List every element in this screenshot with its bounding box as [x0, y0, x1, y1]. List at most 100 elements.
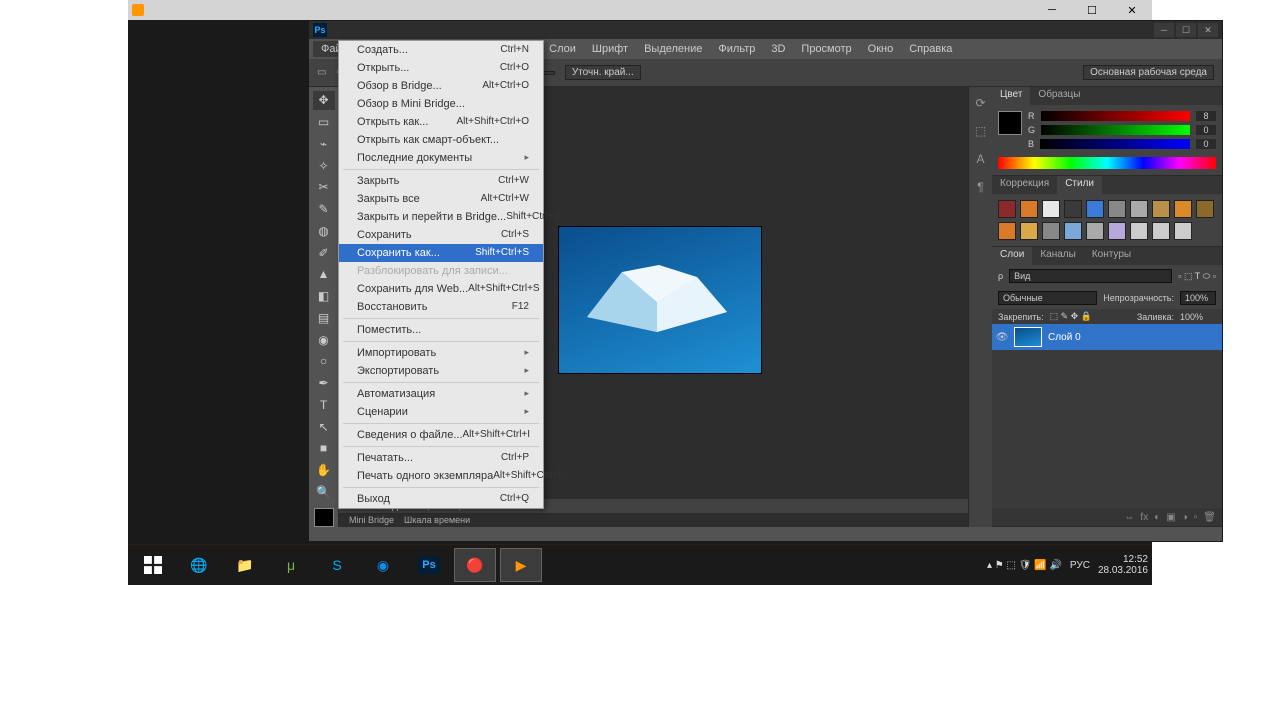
properties-icon[interactable]: ⬚	[973, 123, 989, 139]
mask-icon[interactable]: ◐	[1154, 512, 1160, 523]
marquee-tool[interactable]: ▭	[313, 113, 335, 132]
tab-adjustments[interactable]: Коррекция	[992, 176, 1057, 194]
tab-timeline[interactable]: Шкала времени	[404, 515, 470, 525]
menu-просмотр[interactable]: Просмотр	[793, 41, 859, 57]
tray-clock[interactable]: 12:52 28.03.2016	[1098, 554, 1148, 576]
hand-tool[interactable]: ✋	[313, 461, 335, 480]
healing-tool[interactable]: ◍	[313, 222, 335, 241]
visibility-icon[interactable]: 👁	[996, 331, 1008, 343]
eraser-tool[interactable]: ◧	[313, 287, 335, 306]
color-preview[interactable]	[998, 111, 1022, 135]
menu-item[interactable]: Печать одного экземпляраAlt+Shift+Ctrl+P	[339, 467, 543, 485]
lock-icons[interactable]: ⬚ ✎ ✥ 🔒	[1050, 311, 1092, 322]
maximize-button[interactable]: ☐	[1072, 0, 1112, 20]
paragraph-icon[interactable]: ¶	[973, 179, 989, 195]
menu-item[interactable]: Обзор в Mini Bridge...	[339, 95, 543, 113]
style-swatch[interactable]	[1152, 222, 1170, 240]
refine-edge-button[interactable]: Уточн. край...	[565, 65, 641, 80]
r-slider[interactable]	[1041, 111, 1191, 121]
brush-tool[interactable]: ✐	[313, 243, 335, 262]
menu-окно[interactable]: Окно	[860, 41, 902, 57]
menu-item[interactable]: Закрыть всеAlt+Ctrl+W	[339, 190, 543, 208]
ps-titlebar[interactable]: Ps ─ ☐ ✕	[309, 21, 1222, 39]
fill-input[interactable]: 100%	[1180, 312, 1216, 322]
menu-фильтр[interactable]: Фильтр	[710, 41, 763, 57]
menu-справка[interactable]: Справка	[901, 41, 960, 57]
style-swatch[interactable]	[1108, 222, 1126, 240]
style-swatch[interactable]	[1174, 200, 1192, 218]
lasso-tool[interactable]: ⌁	[313, 135, 335, 154]
skype-icon[interactable]: S	[316, 548, 358, 582]
zoom-tool[interactable]: 🔍	[313, 483, 335, 502]
menu-item[interactable]: Последние документы	[339, 149, 543, 167]
minimize-button[interactable]: ─	[1032, 0, 1072, 20]
style-swatch[interactable]	[998, 200, 1016, 218]
folder-icon[interactable]: ▣	[1166, 512, 1175, 523]
move-tool[interactable]: ✥	[313, 91, 335, 110]
r-value[interactable]: 8	[1196, 111, 1216, 121]
document-canvas[interactable]	[559, 227, 761, 373]
style-swatch[interactable]	[1130, 200, 1148, 218]
style-swatch[interactable]	[1130, 222, 1148, 240]
minimize-button[interactable]: ─	[1154, 23, 1174, 37]
ie-icon[interactable]: 🌐	[178, 548, 220, 582]
style-swatch[interactable]	[1152, 200, 1170, 218]
foreground-color[interactable]	[314, 508, 334, 527]
menu-item[interactable]: ЗакрытьCtrl+W	[339, 172, 543, 190]
style-swatch[interactable]	[1042, 200, 1060, 218]
layer-kind-dropdown[interactable]: Вид	[1009, 269, 1172, 283]
g-value[interactable]: 0	[1196, 125, 1216, 135]
eyedropper-tool[interactable]: ✎	[313, 200, 335, 219]
layer-thumbnail[interactable]	[1014, 327, 1042, 347]
stamp-tool[interactable]: ▲	[313, 265, 335, 284]
photoshop-taskbar-icon[interactable]: Ps	[408, 548, 450, 582]
start-button[interactable]	[132, 548, 174, 582]
style-swatch[interactable]	[1042, 222, 1060, 240]
tab-color[interactable]: Цвет	[992, 87, 1030, 105]
shape-tool[interactable]: ■	[313, 439, 335, 458]
teamviewer-icon[interactable]: ◉	[362, 548, 404, 582]
utorrent-icon[interactable]: μ	[270, 548, 312, 582]
menu-item[interactable]: Экспортировать	[339, 362, 543, 380]
menu-item[interactable]: Сохранить как...Shift+Ctrl+S	[339, 244, 543, 262]
tab-layers[interactable]: Слои	[992, 247, 1032, 265]
layer-item[interactable]: 👁 Слой 0	[992, 324, 1222, 350]
style-swatch[interactable]	[1086, 222, 1104, 240]
b-slider[interactable]	[1040, 139, 1190, 149]
tab-mini-bridge[interactable]: Mini Bridge	[349, 515, 394, 525]
g-slider[interactable]	[1041, 125, 1190, 135]
history-icon[interactable]: ⟳	[973, 95, 989, 111]
path-tool[interactable]: ↖	[313, 417, 335, 436]
style-swatch[interactable]	[1174, 222, 1192, 240]
recorder-icon[interactable]: 🔴	[454, 548, 496, 582]
type-tool[interactable]: T	[313, 396, 335, 415]
tab-swatches[interactable]: Образцы	[1030, 87, 1088, 105]
link-icon[interactable]: ⇔	[1124, 512, 1134, 523]
menu-item[interactable]: Открыть...Ctrl+O	[339, 59, 543, 77]
fx-icon[interactable]: fx	[1140, 512, 1148, 523]
maximize-button[interactable]: ☐	[1176, 23, 1196, 37]
trash-icon[interactable]: 🗑	[1203, 512, 1216, 523]
menu-item[interactable]: Сведения о файле...Alt+Shift+Ctrl+I	[339, 426, 543, 444]
menu-3d[interactable]: 3D	[763, 41, 793, 57]
menu-item[interactable]: СохранитьCtrl+S	[339, 226, 543, 244]
menu-item[interactable]: ВыходCtrl+Q	[339, 490, 543, 508]
pen-tool[interactable]: ✒	[313, 374, 335, 393]
blend-mode-dropdown[interactable]: Обычные	[998, 291, 1097, 305]
tray-lang[interactable]: РУС	[1070, 560, 1090, 571]
dodge-tool[interactable]: ○	[313, 352, 335, 371]
close-button[interactable]: ✕	[1112, 0, 1152, 20]
menu-item[interactable]: Импортировать	[339, 344, 543, 362]
close-button[interactable]: ✕	[1198, 23, 1218, 37]
style-swatch[interactable]	[1020, 200, 1038, 218]
style-swatch[interactable]	[1064, 200, 1082, 218]
menu-item[interactable]: Поместить...	[339, 321, 543, 339]
style-swatch[interactable]	[1108, 200, 1126, 218]
menu-item[interactable]: Печатать...Ctrl+P	[339, 449, 543, 467]
style-swatch[interactable]	[1064, 222, 1082, 240]
workspace-switcher[interactable]: Основная рабочая среда	[1083, 65, 1214, 80]
tab-styles[interactable]: Стили	[1057, 176, 1102, 194]
menu-item[interactable]: ВосстановитьF12	[339, 298, 543, 316]
gradient-tool[interactable]: ▤	[313, 309, 335, 328]
style-swatch[interactable]	[998, 222, 1016, 240]
